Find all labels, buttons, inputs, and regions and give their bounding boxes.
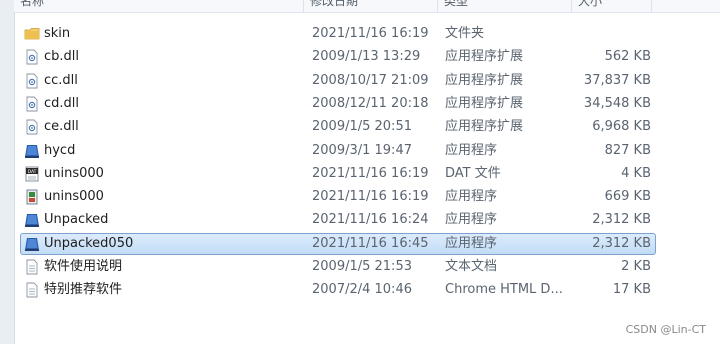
file-type: Chrome HTML D...	[445, 282, 563, 298]
file-type: DAT 文件	[445, 165, 501, 181]
file-size: 4 KB	[621, 165, 651, 181]
text-file-icon	[24, 259, 40, 275]
navigation-pane-edge	[0, 0, 15, 344]
file-date: 2007/2/4 10:46	[312, 282, 412, 298]
svg-text:DAT: DAT	[28, 169, 37, 175]
file-row[interactable]: cb.dll 2009/1/13 13:29 应用程序扩展 562 KB	[20, 46, 656, 68]
column-size-header[interactable]: 大小	[572, 0, 652, 12]
file-name: cd.dll	[44, 95, 80, 111]
file-row[interactable]: cc.dll 2008/10/17 21:09 应用程序扩展 37,837 KB	[20, 70, 656, 92]
file-name: unins000	[44, 165, 104, 181]
file-row[interactable]: ce.dll 2009/1/5 20:51 应用程序扩展 6,968 KB	[20, 116, 656, 138]
column-type-header[interactable]: 类型	[438, 0, 572, 12]
dll-icon	[24, 49, 40, 65]
file-name: 软件使用说明	[44, 259, 123, 274]
file-row[interactable]: Unpacked 2021/11/16 16:24 应用程序 2,312 KB	[20, 209, 656, 231]
file-row[interactable]: skin 2021/11/16 16:19 文件夹	[20, 23, 656, 45]
file-type: 应用程序扩展	[445, 49, 524, 65]
file-date: 2021/11/16 16:19	[312, 26, 429, 41]
dll-icon	[24, 73, 40, 89]
file-name: unins000	[44, 189, 104, 205]
file-name: ce.dll	[44, 119, 79, 135]
file-date: 2021/11/16 16:24	[312, 212, 429, 228]
file-size: 37,837 KB	[583, 72, 651, 88]
file-size: 17 KB	[612, 282, 651, 298]
file-row[interactable]: cd.dll 2008/12/11 20:18 应用程序扩展 34,548 KB	[20, 93, 656, 115]
file-name: hycd	[44, 142, 76, 158]
file-date: 2008/10/17 21:09	[312, 72, 429, 88]
file-name: 特别推荐软件	[44, 282, 123, 298]
file-size: 6,968 KB	[592, 119, 651, 135]
file-size: 2 KB	[621, 259, 651, 274]
dll-icon	[24, 119, 40, 135]
file-name: cb.dll	[44, 49, 80, 65]
file-type: 应用程序扩展	[445, 119, 524, 135]
file-date: 2009/1/5 21:53	[312, 259, 412, 274]
app-icon	[24, 236, 40, 252]
file-type: 应用程序扩展	[445, 95, 524, 111]
file-size	[561, 24, 651, 44]
file-row[interactable]: hycd 2009/3/1 19:47 应用程序 827 KB	[20, 140, 656, 162]
file-size: 827 KB	[604, 142, 651, 158]
file-size: 2,312 KB	[592, 212, 651, 228]
file-type: 应用程序	[445, 142, 498, 158]
file-size: 34,548 KB	[583, 95, 651, 111]
column-name-header[interactable]: 名称	[14, 0, 304, 12]
file-row[interactable]: 软件使用说明 2009/1/5 21:53 文本文档 2 KB	[20, 256, 656, 278]
file-row[interactable]: unins000 2021/11/16 16:19 应用程序 669 KB	[20, 186, 656, 208]
dll-icon	[24, 96, 40, 112]
file-date: 2021/11/16 16:45	[312, 235, 429, 251]
file-row[interactable]: 特别推荐软件 2007/2/4 10:46 Chrome HTML D... 17 K…	[20, 279, 656, 301]
file-date: 2009/1/13 13:29	[312, 49, 421, 65]
file-date: 2021/11/16 16:19	[312, 189, 429, 205]
file-date: 2008/12/11 20:18	[312, 95, 429, 111]
file-name: skin	[44, 26, 71, 41]
file-type: 文本文档	[445, 259, 498, 274]
installer-icon	[24, 189, 40, 205]
file-type: 应用程序	[445, 212, 498, 228]
file-size: 669 KB	[604, 189, 651, 205]
file-type: 应用程序	[445, 189, 498, 205]
dat-icon: DAT	[24, 166, 40, 182]
app-icon	[24, 143, 40, 159]
folder-icon	[24, 26, 40, 42]
file-row[interactable]: DAT unins000 2021/11/16 16:19 DAT 文件 4 KB	[20, 163, 656, 185]
file-type: 应用程序扩展	[445, 72, 524, 88]
file-date: 2009/3/1 19:47	[312, 142, 412, 158]
column-header: 名称 修改日期 类型 大小	[14, 0, 720, 13]
file-date: 2009/1/5 20:51	[312, 119, 412, 135]
file-size: 2,312 KB	[592, 235, 651, 251]
file-name: Unpacked050	[44, 235, 134, 251]
app-icon	[24, 212, 40, 228]
file-name: cc.dll	[44, 72, 78, 88]
file-type: 应用程序	[445, 235, 498, 251]
file-type: 文件夹	[445, 26, 485, 41]
text-file-icon	[24, 282, 40, 298]
file-date: 2021/11/16 16:19	[312, 165, 429, 181]
file-name: Unpacked	[44, 212, 109, 228]
column-date-header[interactable]: 修改日期	[304, 0, 438, 12]
file-size: 562 KB	[604, 49, 651, 65]
file-row[interactable]: Unpacked050 2021/11/16 16:45 应用程序 2,312 KB	[20, 232, 656, 255]
watermark: CSDN @Lin-CT	[625, 323, 706, 336]
